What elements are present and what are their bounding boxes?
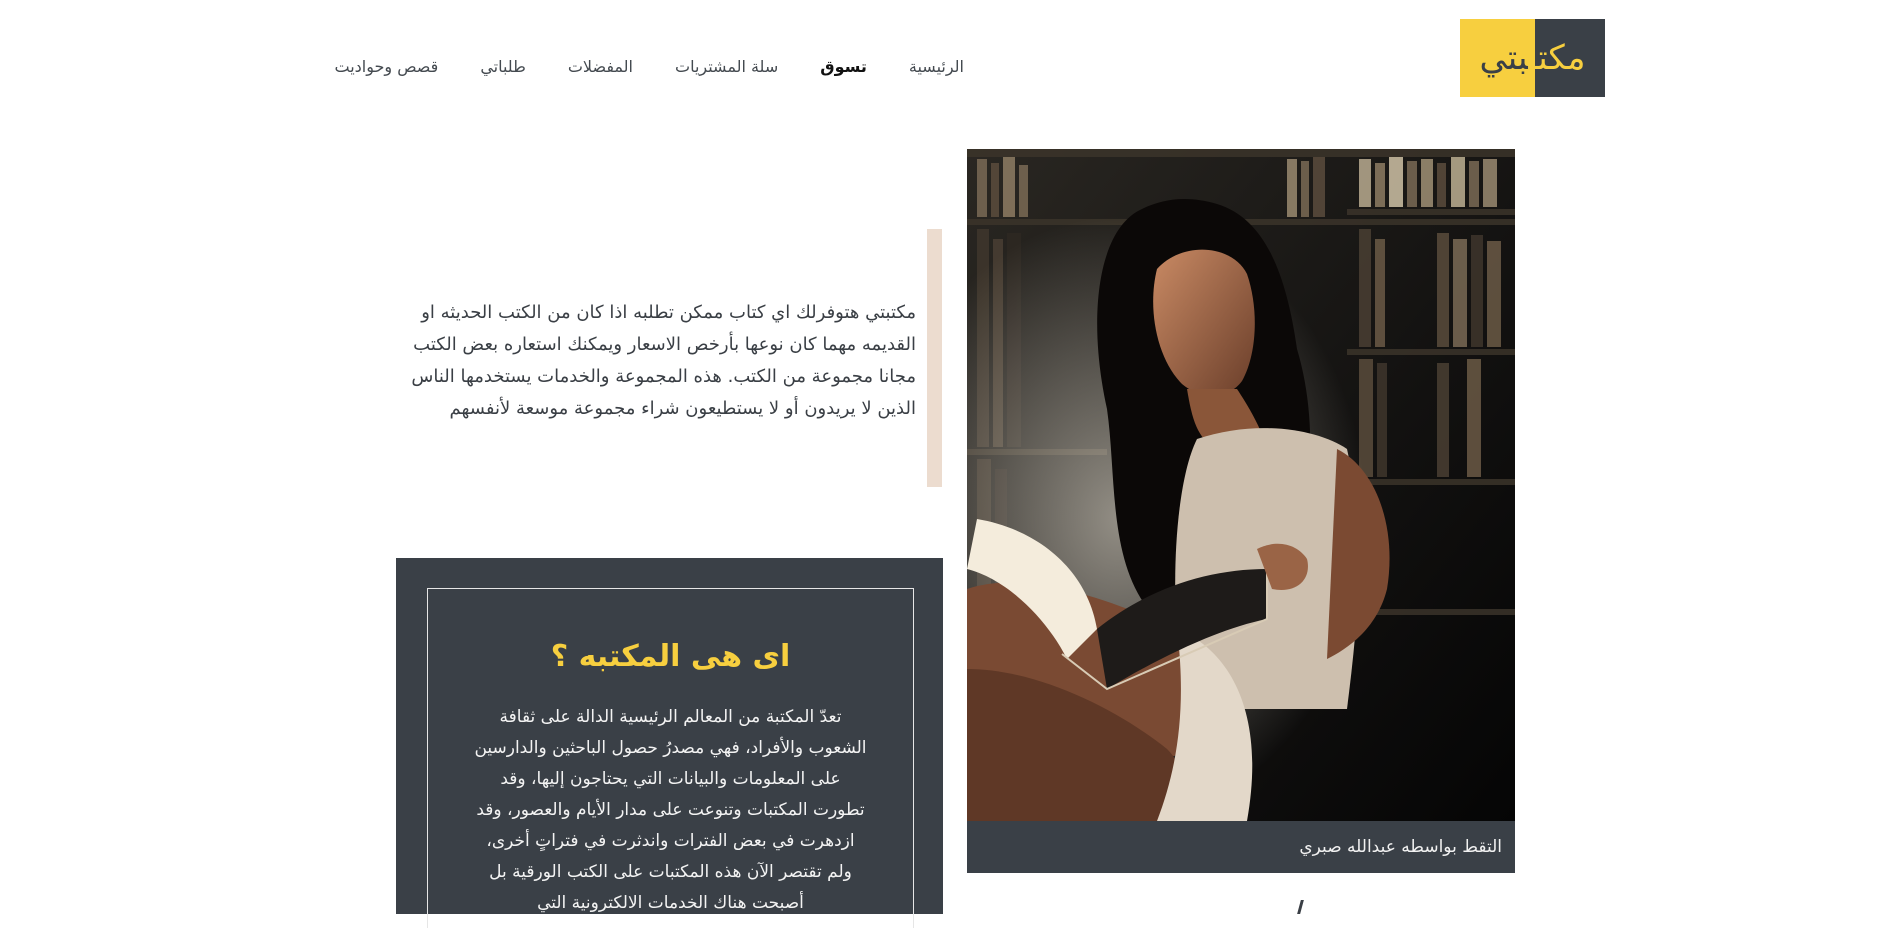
intro-accent-bar [927, 229, 942, 487]
about-library-title: اى هى المكتبه ؟ [550, 639, 791, 674]
main-nav: الرئيسية تسوق سلة المشتريات المفضلات طلب… [292, 55, 964, 79]
logo-text-dark-part: مكتـ [1528, 38, 1586, 78]
intro-paragraph: مكتبتي هتوفرلك اي كتاب ممكن تطلبه اذا كا… [411, 302, 916, 419]
nav-item-orders[interactable]: طلباتي [480, 55, 526, 79]
site-logo[interactable]: مكتـبتي [1460, 19, 1605, 97]
hero-photo [967, 149, 1515, 821]
nav-item-shop[interactable]: تسوق [820, 55, 867, 79]
about-library-text: تعدّ المكتبة من المعالم الرئيسية الدالة … [474, 707, 867, 913]
logo-text: مكتـبتي [1460, 19, 1605, 97]
nav-item-stories[interactable]: قصص وحواديت [334, 55, 438, 79]
nav-item-home[interactable]: الرئيسية [909, 55, 964, 79]
nav-item-cart[interactable]: سلة المشتريات [675, 55, 778, 79]
about-library-card: اى هى المكتبه ؟ تعدّ المكتبة من المعالم … [396, 558, 943, 928]
nav-item-favorites[interactable]: المفضلات [568, 55, 633, 79]
scroll-fragment-mark [1297, 900, 1304, 914]
logo-text-yellow-part: بتي [1479, 38, 1529, 78]
photo-caption: التقط بواسطه عبدالله صبري [967, 821, 1515, 873]
reading-girl-illustration [967, 149, 1515, 821]
about-library-card-frame: اى هى المكتبه ؟ تعدّ المكتبة من المعالم … [427, 588, 914, 928]
